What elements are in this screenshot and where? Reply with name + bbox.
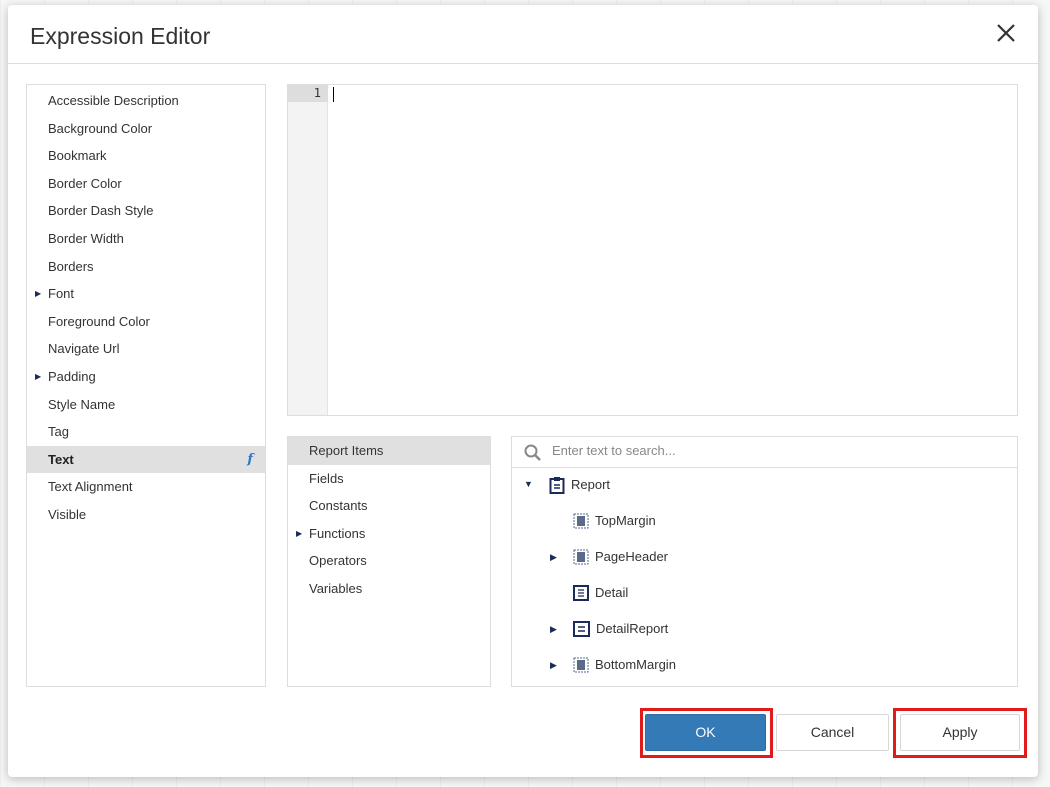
property-label: Text xyxy=(48,451,74,467)
property-padding[interactable]: ▶ Padding xyxy=(27,363,265,391)
line-gutter xyxy=(288,85,328,415)
close-icon[interactable] xyxy=(992,19,1020,47)
property-label: Foreground Color xyxy=(48,313,150,329)
category-functions[interactable]: ▶ Functions xyxy=(288,520,490,548)
category-label: Constants xyxy=(309,498,368,514)
property-label: Accessible Description xyxy=(48,93,179,108)
function-icon: f xyxy=(247,451,253,467)
tree-node-label: BottomMargin xyxy=(595,657,676,672)
category-label: Fields xyxy=(309,470,344,486)
property-label: Bookmark xyxy=(48,148,107,164)
line-number: 1 xyxy=(288,85,328,102)
expand-arrow-icon[interactable]: ▶ xyxy=(550,624,557,635)
category-label: Operators xyxy=(309,553,367,569)
property-label: Border Dash Style xyxy=(48,203,154,219)
category-list: Report Items Fields Constants ▶ Functions… xyxy=(287,436,491,687)
property-label: Style Name xyxy=(48,396,116,412)
ok-button[interactable]: OK xyxy=(645,714,766,751)
property-visible[interactable]: Visible xyxy=(27,501,265,529)
property-label: Border Width xyxy=(48,230,124,246)
property-text[interactable]: Text f xyxy=(27,445,265,474)
tree-node-bottommargin[interactable]: BottomMargin xyxy=(573,655,676,675)
category-label: Functions xyxy=(309,525,366,541)
tree-node-report[interactable]: Report xyxy=(549,475,610,495)
apply-button[interactable]: Apply xyxy=(900,714,1020,751)
detail-band-icon xyxy=(573,585,589,601)
category-fields[interactable]: Fields xyxy=(288,465,490,493)
property-border-width[interactable]: Border Width xyxy=(27,225,265,253)
report-icon xyxy=(549,477,565,494)
band-icon xyxy=(573,549,589,565)
property-label: Background Color xyxy=(48,120,153,136)
tree-node-detail[interactable]: Detail xyxy=(573,583,628,603)
tree-search xyxy=(512,437,1017,468)
property-text-alignment[interactable]: Text Alignment xyxy=(27,473,265,501)
property-navigate-url[interactable]: Navigate Url xyxy=(27,335,265,363)
category-label: Report Items xyxy=(309,443,384,458)
property-borders[interactable]: Borders xyxy=(27,253,265,281)
expand-arrow-icon[interactable]: ▶ xyxy=(550,552,557,563)
property-label: Padding xyxy=(48,368,96,384)
category-report-items[interactable]: Report Items xyxy=(288,437,490,465)
tree-node-label: TopMargin xyxy=(595,513,656,528)
property-label: Navigate Url xyxy=(48,341,120,357)
property-font[interactable]: ▶ Font xyxy=(27,280,265,308)
property-label: Font xyxy=(48,286,75,302)
band-icon xyxy=(573,513,589,529)
tree-node-detailreport[interactable]: DetailReport xyxy=(573,619,668,639)
category-variables[interactable]: Variables xyxy=(288,575,490,603)
expand-arrow-icon[interactable]: ▶ xyxy=(35,363,41,391)
expand-arrow-icon[interactable]: ▶ xyxy=(296,520,302,548)
tree-node-label: Detail xyxy=(595,585,629,600)
tree-node-label: PageHeader xyxy=(595,549,668,564)
property-background-color[interactable]: Background Color xyxy=(27,115,265,143)
dialog-title: Expression Editor xyxy=(30,23,211,49)
tree-node-topmargin[interactable]: TopMargin xyxy=(573,511,656,531)
properties-list: Accessible Description Background Color … xyxy=(26,84,266,687)
property-label: Visible xyxy=(48,506,87,522)
band-icon xyxy=(573,657,589,673)
text-caret xyxy=(333,87,334,102)
property-bookmark[interactable]: Bookmark xyxy=(27,142,265,170)
expression-code-editor[interactable]: 1 xyxy=(287,84,1018,416)
tree-node-pageheader[interactable]: PageHeader xyxy=(573,547,668,567)
category-label: Variables xyxy=(309,580,363,596)
property-border-dash-style[interactable]: Border Dash Style xyxy=(27,197,265,225)
expression-editor-dialog: Expression Editor Accessible Description… xyxy=(8,5,1038,777)
report-items-tree: ▼ Report TopMargin ▶ PageHeader Detail ▶… xyxy=(511,436,1018,687)
search-icon xyxy=(524,444,542,465)
property-label: Text Alignment xyxy=(48,479,133,495)
category-operators[interactable]: Operators xyxy=(288,547,490,575)
property-border-color[interactable]: Border Color xyxy=(27,170,265,198)
tree-node-label: Report xyxy=(571,477,611,492)
category-constants[interactable]: Constants xyxy=(288,492,490,520)
expand-arrow-icon[interactable]: ▶ xyxy=(35,280,41,308)
cancel-button[interactable]: Cancel xyxy=(776,714,889,751)
property-tag[interactable]: Tag xyxy=(27,418,265,446)
tree-search-input[interactable] xyxy=(552,443,992,458)
expand-arrow-icon[interactable]: ▶ xyxy=(550,660,557,671)
detail-report-icon xyxy=(573,621,590,637)
property-accessible-description[interactable]: Accessible Description xyxy=(27,87,265,115)
property-label: Border Color xyxy=(48,175,122,191)
property-foreground-color[interactable]: Foreground Color xyxy=(27,308,265,336)
property-label: Tag xyxy=(48,424,69,440)
collapse-arrow-icon[interactable]: ▼ xyxy=(524,479,533,489)
property-label: Borders xyxy=(48,258,94,274)
header-divider xyxy=(8,63,1038,64)
tree-node-label: DetailReport xyxy=(596,621,669,636)
property-style-name[interactable]: Style Name xyxy=(27,391,265,419)
